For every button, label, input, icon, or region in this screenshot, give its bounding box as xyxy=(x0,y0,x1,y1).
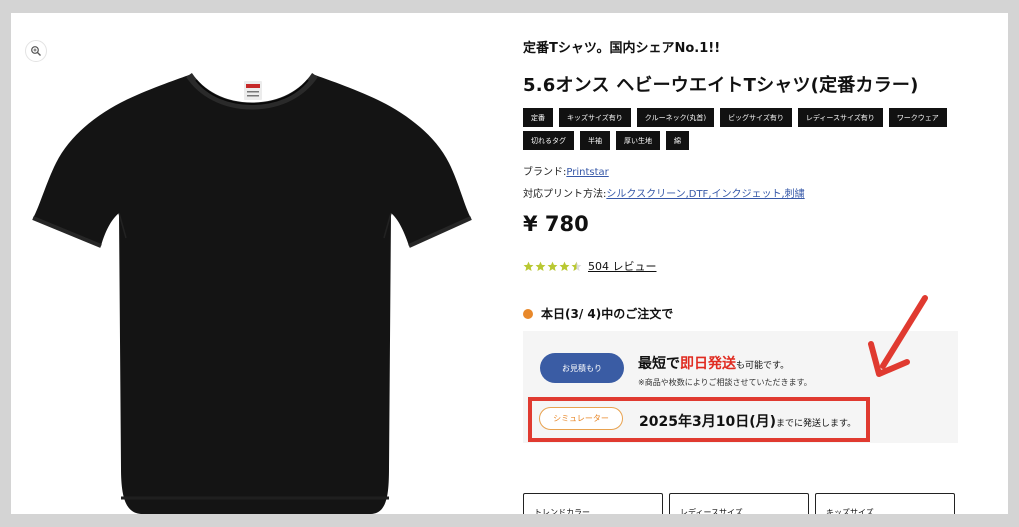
tag-chip[interactable]: ワークウェア xyxy=(888,108,947,127)
review-count-link[interactable]: 504 レビュー xyxy=(588,258,657,274)
brand-link[interactable]: Printstar xyxy=(566,167,608,178)
star-icon xyxy=(547,261,558,271)
tag-chip[interactable]: 半袖 xyxy=(580,131,610,150)
ladies-size-selector[interactable]: レディースサイズ xyxy=(669,493,809,514)
product-image-tshirt[interactable] xyxy=(31,28,473,514)
product-title: 5.6オンス ヘビーウエイトTシャツ(定番カラー) xyxy=(523,75,919,96)
variant-selectors: トレンドカラー レディースサイズ キッズサイズ xyxy=(523,493,955,514)
order-today-text: 本日(3/ 4)中のご注文で xyxy=(541,307,674,321)
product-info-panel: 定番Tシャツ。国内シェアNo.1!! 5.6オンス ヘビーウエイトTシャツ(定番… xyxy=(523,13,973,514)
tag-chip[interactable]: 綿 xyxy=(666,131,689,150)
star-icon xyxy=(571,261,582,271)
tag-chip[interactable]: 切れるタグ xyxy=(523,131,574,150)
kids-size-selector[interactable]: キッズサイズ xyxy=(815,493,955,514)
tag-list: 定番 キッズサイズ有り クルーネック(丸首) ビッグサイズ有り レディースサイズ… xyxy=(523,108,963,150)
trend-color-selector[interactable]: トレンドカラー xyxy=(523,493,663,514)
tag-chip[interactable]: クルーネック(丸首) xyxy=(636,108,715,127)
tag-chip[interactable]: 厚い生地 xyxy=(616,131,660,150)
same-day-shipping-highlight: 即日発送 xyxy=(680,356,736,372)
fastest-shipping-text: 最短で即日発送も可能です。 xyxy=(638,353,789,373)
fast-prefix: 最短で xyxy=(638,356,680,372)
order-today-notice: 本日(3/ 4)中のご注文で xyxy=(523,305,673,322)
print-method-row: 対応プリント方法:シルクスクリーン,DTF,インクジェット,刺繍 xyxy=(523,185,805,200)
consultation-note: ※商品や枚数によりご相談させていただきます。 xyxy=(638,378,812,387)
tag-chip[interactable]: ビッグサイズ有り xyxy=(720,108,792,127)
price: ¥ 780 xyxy=(523,212,589,236)
fast-suffix: も可能です。 xyxy=(736,361,790,371)
orange-dot-icon xyxy=(523,308,533,319)
brand-row: ブランド:Printstar xyxy=(523,163,609,178)
tag-chip[interactable]: 定番 xyxy=(523,108,553,127)
red-arrow-annotation xyxy=(868,295,928,377)
product-page: 定番Tシャツ。国内シェアNo.1!! 5.6オンス ヘビーウエイトTシャツ(定番… xyxy=(11,13,1008,514)
star-icon xyxy=(535,261,546,271)
red-highlight-box xyxy=(528,397,870,442)
star-rating xyxy=(523,261,582,272)
estimate-button[interactable]: お見積もり xyxy=(540,353,624,383)
print-method-label: 対応プリント方法: xyxy=(523,189,607,200)
star-icon xyxy=(559,261,570,271)
star-icon xyxy=(523,261,534,271)
tag-chip[interactable]: キッズサイズ有り xyxy=(559,108,631,127)
print-method-link[interactable]: シルクスクリーン,DTF,インクジェット,刺繍 xyxy=(606,189,804,200)
tag-chip[interactable]: レディースサイズ有り xyxy=(797,108,883,127)
product-subtitle: 定番Tシャツ。国内シェアNo.1!! xyxy=(523,41,721,56)
rating-row: 504 レビュー xyxy=(523,258,657,274)
brand-label: ブランド: xyxy=(523,167,567,178)
